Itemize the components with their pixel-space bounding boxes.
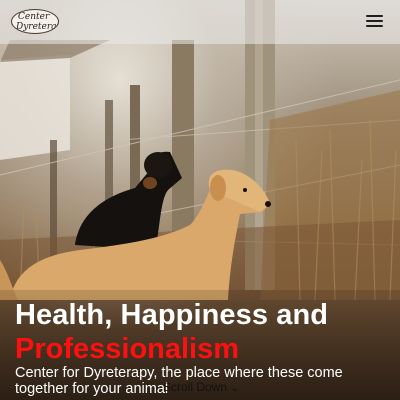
site-logo[interactable]: Center Dyreterapi	[11, 9, 59, 34]
site-header: Center Dyreterapi	[0, 0, 400, 44]
logo-text-line1: Center	[18, 12, 50, 22]
hamburger-menu-icon[interactable]	[364, 12, 386, 30]
double-chevron-down-icon: ⌄	[230, 382, 240, 394]
logo-text-line2: Dyreterapi	[16, 22, 58, 32]
scroll-down-link[interactable]: Scroll Down ⌄	[163, 380, 239, 394]
hero-headline-line2: Professionalism	[15, 333, 240, 365]
scroll-down-label: Scroll Down	[163, 380, 228, 394]
hero-headline-line1: Health, Happiness and	[15, 299, 329, 331]
